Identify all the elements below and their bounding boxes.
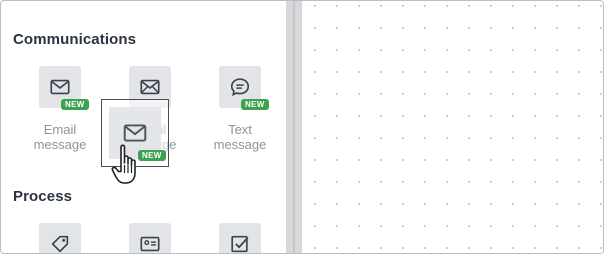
envelope-icon bbox=[50, 79, 70, 95]
tile-label: Email message bbox=[18, 122, 102, 152]
hand-cursor-icon bbox=[111, 144, 136, 184]
new-badge: NEW bbox=[61, 99, 89, 110]
label-line: Email bbox=[43, 122, 77, 137]
contact-card-icon bbox=[140, 236, 160, 252]
label-line: Text bbox=[228, 122, 252, 137]
section-title-communications: Communications bbox=[13, 31, 137, 48]
tag-tile[interactable] bbox=[39, 223, 81, 253]
tag-icon bbox=[51, 235, 69, 253]
section-title-process: Process bbox=[13, 188, 73, 205]
task-tile[interactable] bbox=[219, 223, 261, 253]
label-line: message bbox=[33, 137, 87, 152]
label-line: message bbox=[213, 137, 267, 152]
panel-resize-handle[interactable] bbox=[286, 1, 302, 253]
new-badge: NEW bbox=[241, 99, 269, 110]
envelope-icon bbox=[140, 79, 160, 95]
workflow-canvas[interactable] bbox=[302, 1, 603, 253]
contact-tile[interactable] bbox=[129, 223, 171, 253]
builder-frame: Communications NEW Email message Email m… bbox=[0, 0, 604, 254]
chat-bubble-icon bbox=[230, 78, 250, 97]
element-palette: Communications NEW Email message Email m… bbox=[1, 1, 286, 253]
divider-line bbox=[293, 1, 295, 253]
tile-label: Text message bbox=[198, 122, 282, 152]
checkbox-icon bbox=[231, 235, 249, 253]
